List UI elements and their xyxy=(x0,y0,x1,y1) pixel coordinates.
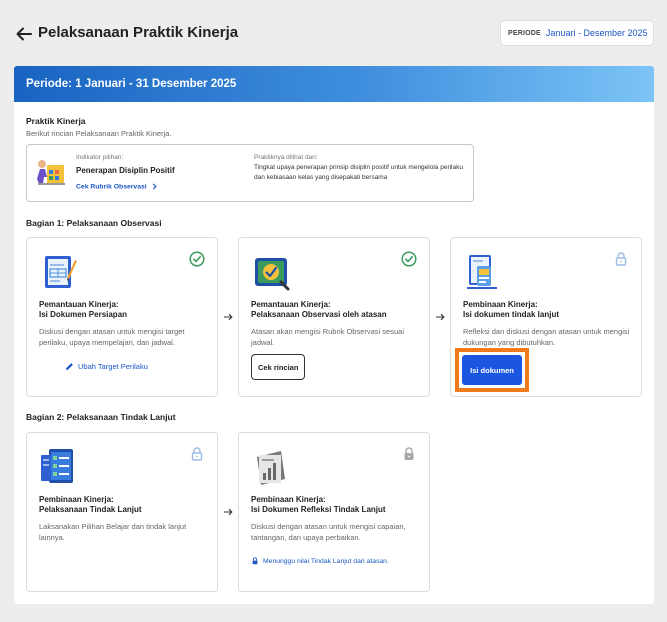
indicator-value: Penerapan Disiplin Positif xyxy=(76,166,175,175)
discipline-illustration-icon xyxy=(37,160,65,185)
card-title-line2: Pelaksanaan Tindak Lanjut xyxy=(39,505,142,514)
card-title-line2: Isi dokumen tindak lanjut xyxy=(463,310,560,319)
document-edit-illustration-icon xyxy=(45,256,77,288)
checklist-illustration-icon xyxy=(41,449,73,483)
card-title-line2: Isi Dokumen Persiapan xyxy=(39,310,128,319)
edit-target-link[interactable]: Ubah Target Perilaku xyxy=(65,362,148,371)
arrow-right-icon xyxy=(436,313,445,321)
back-arrow-icon[interactable] xyxy=(14,24,34,44)
lock-small-icon xyxy=(252,557,258,565)
period-label: PERIODE xyxy=(508,29,541,37)
section2-title: Bagian 2: Pelaksanaan Tindak Lanjut xyxy=(26,412,176,422)
observation-check-illustration-icon xyxy=(255,258,290,291)
card-title: Pemantauan Kinerja: Isi Dokumen Persiapa… xyxy=(39,300,211,320)
card-refleksi-tindak-lanjut: Pembinaan Kinerja: Isi Dokumen Refleksi … xyxy=(238,432,430,592)
card-title-line1: Pemantauan Kinerja: xyxy=(39,300,119,309)
lock-icon xyxy=(191,447,203,461)
card-title: Pembinaan Kinerja: Isi dokumen tindak la… xyxy=(463,300,635,320)
lock-icon xyxy=(615,252,627,266)
card-pelaksanaan-tindak-lanjut: Pembinaan Kinerja: Pelaksanaan Tindak La… xyxy=(26,432,218,592)
card-dokumen-tindak-lanjut: Pembinaan Kinerja: Isi dokumen tindak la… xyxy=(450,237,642,397)
practice-info-box: Indikator pilihan: Penerapan Disiplin Po… xyxy=(26,144,474,202)
check-circle-icon xyxy=(401,251,417,267)
highlight-frame: Isi dokumen xyxy=(455,348,529,392)
card-title-line2: Isi Dokumen Refleksi Tindak Lanjut xyxy=(251,505,386,514)
top-bar: Pelaksanaan Praktik Kinerja PERIODE Janu… xyxy=(0,0,667,66)
card-description: Diskusi dengan atasan untuk mengisi targ… xyxy=(39,327,185,347)
card-title-line1: Pembinaan Kinerja: xyxy=(251,495,326,504)
rubric-link[interactable]: Cek Rubrik Observasi xyxy=(76,183,158,190)
page-title: Pelaksanaan Praktik Kinerja xyxy=(38,24,239,41)
card-description: Atasan akan mengisi Rubrik Observasi ses… xyxy=(251,327,404,347)
period-banner-text: Periode: 1 Januari - 31 Desember 2025 xyxy=(26,78,237,90)
edit-target-label: Ubah Target Perilaku xyxy=(78,362,148,371)
document-phone-illustration-icon xyxy=(467,255,497,289)
waiting-note: Menunggu nilai Tindak Lanjut dari atasan… xyxy=(251,557,389,565)
fill-document-button[interactable]: Isi dokumen xyxy=(462,355,522,385)
card-description: Laksanakan Pilihan Belajar dan tindak la… xyxy=(39,522,187,542)
card-description: Diskusi dengan atasan untuk mengisi capa… xyxy=(251,522,406,542)
report-chart-illustration-icon xyxy=(257,451,285,485)
pencil-icon xyxy=(65,363,73,371)
chevron-right-icon xyxy=(152,183,157,190)
card-dokumen-persiapan: Pemantauan Kinerja: Isi Dokumen Persiapa… xyxy=(26,237,218,397)
period-selector[interactable]: PERIODE Januari - Desember 2025 xyxy=(500,20,654,46)
arrow-right-icon xyxy=(224,313,233,321)
card-description: Refleksi dan diskusi dengan atasan untuk… xyxy=(463,327,630,347)
arrow-right-icon xyxy=(224,508,233,516)
practice-title: Praktik Kinerja xyxy=(26,116,86,126)
card-pelaksanaan-observasi: Pemantauan Kinerja: Pelaksanaan Observas… xyxy=(238,237,430,397)
card-title: Pembinaan Kinerja: Pelaksanaan Tindak La… xyxy=(39,495,211,515)
card-title-line1: Pembinaan Kinerja: xyxy=(463,300,538,309)
card-title-line1: Pemantauan Kinerja: xyxy=(251,300,331,309)
seen-label: Praktiknya dilihat dari: xyxy=(254,154,318,161)
lock-icon xyxy=(404,447,414,460)
section1-title: Bagian 1: Pelaksanaan Observasi xyxy=(26,218,162,228)
practice-subtitle: Berikut rincian Pelaksanaan Praktik Kine… xyxy=(26,129,172,138)
period-banner: Periode: 1 Januari - 31 Desember 2025 xyxy=(14,66,654,102)
check-details-button[interactable]: Cek rincian xyxy=(251,354,306,380)
card-title-line2: Pelaksanaan Observasi oleh atasan xyxy=(251,310,387,319)
waiting-note-text: Menunggu nilai Tindak Lanjut dari atasan… xyxy=(263,557,389,565)
seen-description: Tingkat upaya penerapan prinsip disiplin… xyxy=(254,164,463,181)
check-circle-icon xyxy=(189,251,205,267)
period-value: Januari - Desember 2025 xyxy=(545,28,648,38)
rubric-link-label: Cek Rubrik Observasi xyxy=(76,183,147,190)
card-title: Pemantauan Kinerja: Pelaksanaan Observas… xyxy=(251,300,423,320)
card-title: Pembinaan Kinerja: Isi Dokumen Refleksi … xyxy=(251,495,423,515)
card-title-line1: Pembinaan Kinerja: xyxy=(39,495,114,504)
main-panel: Periode: 1 Januari - 31 Desember 2025 Pr… xyxy=(14,66,654,604)
indicator-label: Indikator pilihan: xyxy=(76,154,124,161)
